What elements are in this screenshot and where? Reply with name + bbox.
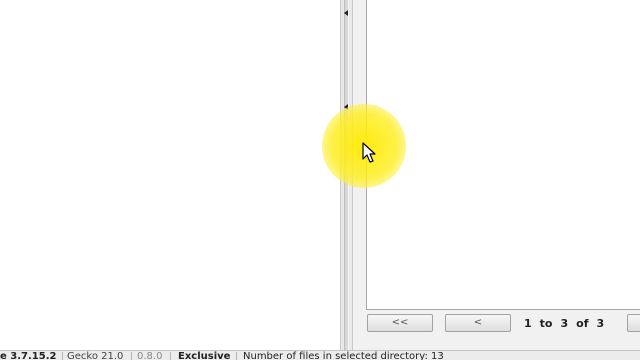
splitter-top-arrow-icon[interactable] [344, 10, 348, 16]
status-divider [62, 352, 63, 360]
page-range-start: 1 [524, 317, 532, 330]
next-page-button[interactable] [627, 314, 640, 332]
previous-page-button[interactable]: < [445, 314, 511, 332]
right-panel: << < 1 to 3 of 3 [353, 0, 640, 350]
left-panel[interactable] [0, 0, 340, 350]
status-divider [131, 352, 132, 360]
page-range-text: 1 to 3 of 3 [524, 317, 604, 330]
page-of-label: of [576, 317, 589, 330]
status-file-count: Number of files in selected directory: 1… [243, 351, 444, 360]
file-list[interactable] [366, 0, 640, 310]
status-divider [236, 352, 237, 360]
page-range-to-label: to [539, 317, 553, 330]
pagination-bar: << < 1 to 3 of 3 [366, 312, 640, 336]
status-mode: Exclusive [178, 351, 231, 360]
first-page-button[interactable]: << [367, 314, 433, 332]
page-total: 3 [596, 317, 605, 330]
status-gecko: Gecko 21.0 [67, 351, 124, 360]
status-bar: e 3.7.15.2 Gecko 21.0 0.8.0 Exclusive Nu… [0, 350, 640, 360]
status-version: e 3.7.15.2 [0, 351, 57, 360]
arrow-cursor-icon [362, 142, 376, 163]
page-range-end: 3 [560, 317, 569, 330]
status-build: 0.8.0 [137, 351, 163, 360]
app-window: << < 1 to 3 of 3 e 3.7.15.2 Gecko 21.0 0.8.0… [0, 0, 640, 360]
status-divider [170, 352, 171, 360]
